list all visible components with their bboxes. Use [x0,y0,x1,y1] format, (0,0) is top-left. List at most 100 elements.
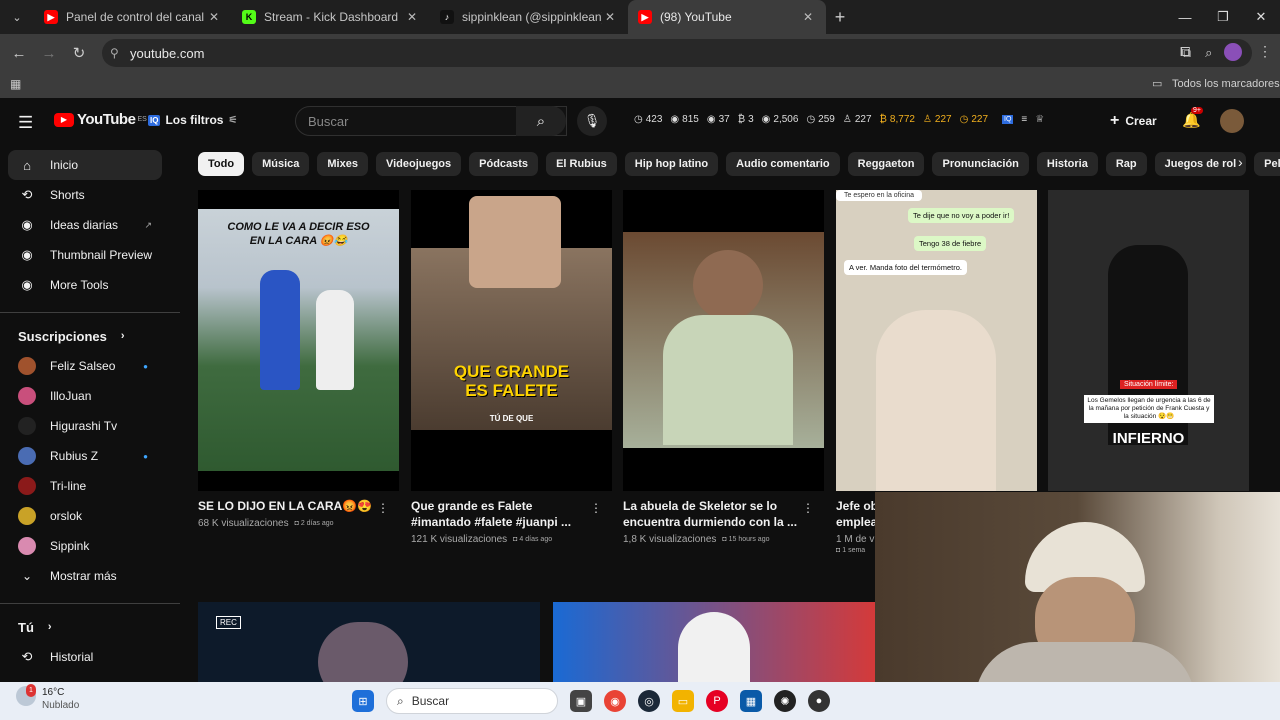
subscription-item[interactable]: Higurashi Tv [0,411,180,441]
weather-widget[interactable]: 1 16°C Nublado [16,684,79,712]
browser-tab[interactable]: ♪ sippinklean (@sippinklean) está ✕ [430,0,628,34]
subscription-item[interactable]: IlloJuan [0,381,180,411]
subscription-item[interactable]: orslok [0,501,180,531]
short-card[interactable]: Situación límite: Los Gemelos llegan de … [1048,190,1249,491]
chip[interactable]: Juegos de rol [1154,152,1247,176]
chip[interactable]: El Rubius [546,152,617,176]
sidebar-item-history[interactable]: ⟲ Historial [0,642,180,672]
chip[interactable]: Rap [1105,152,1147,176]
guide-menu-icon[interactable]: ☰ [18,113,33,133]
site-info-icon[interactable]: ⚲ [110,46,130,60]
subscriptions-title: Suscripciones [18,328,107,344]
video-title[interactable]: SE LO DIJO EN LA CARA😡😍 [198,498,399,514]
close-tab-icon[interactable]: ✕ [800,10,816,24]
forward-icon[interactable]: → [34,45,64,62]
voice-search-button[interactable]: 🎙 [577,106,607,136]
browser-tab[interactable]: ▶ Panel de control del canal - You ✕ [34,0,232,34]
tab-title: (98) YouTube [660,10,732,24]
sidebar-item-shorts[interactable]: ⟲ Shorts [0,180,180,210]
extensions-icon[interactable]: ⧠ [1180,44,1190,60]
chip[interactable]: Pódcasts [469,152,539,176]
subscription-item[interactable]: Feliz Salseo ● [0,351,180,381]
chip[interactable]: Audio comentario [726,152,840,176]
chrome-icon[interactable]: ◉ [604,690,626,712]
address-bar[interactable]: ⚲ youtube.com ⧉ ⌕ ★ [102,39,1252,67]
chip[interactable]: Películas de [1254,152,1280,176]
chip[interactable]: Videojuegos [375,152,462,176]
trophy-icon[interactable]: ♕ [1035,114,1044,125]
close-tab-icon[interactable]: ✕ [404,10,420,24]
chips-next-icon[interactable]: › [1238,154,1243,170]
sidebar-item-more-tools[interactable]: ◉ More Tools [0,270,180,300]
chip[interactable]: Historia [1036,152,1098,176]
windows-start-icon[interactable]: ⊞ [352,690,374,712]
chip[interactable]: Hip hop latino [624,152,719,176]
list-icon[interactable]: ≡ [1021,114,1027,125]
reload-icon[interactable]: ↻ [64,44,94,62]
sidebar-item-home[interactable]: ⌂ Inicio [8,150,162,180]
video-thumbnail[interactable] [553,602,875,682]
all-bookmarks-link[interactable]: Todos los marcadores [1172,78,1280,90]
browser-menu-icon[interactable]: ⋮ [1258,43,1272,60]
zoom-icon[interactable]: ⌕ [1205,45,1212,61]
vidiq-icon: ◉ [21,247,33,262]
minimize-icon[interactable]: — [1166,0,1204,34]
more-actions-icon[interactable]: ⋮ [590,501,602,515]
more-actions-icon[interactable]: ⋮ [377,501,389,515]
video-thumbnail[interactable]: QUE GRANDE ES FALETE TÚ DE QUE [411,190,612,491]
sidebar-item-label: Historial [50,650,94,664]
account-avatar[interactable] [1220,109,1244,133]
video-thumbnail[interactable] [623,190,824,491]
subscription-item[interactable]: Tri-line [0,471,180,501]
subscription-item[interactable]: Rubius Z ● [0,441,180,471]
close-tab-icon[interactable]: ✕ [206,10,222,24]
video-thumbnail[interactable]: COMO LE VA A DECIR ESO EN LA CARA 😡😂 [198,190,399,491]
search-button[interactable]: ⌕ [516,106,566,136]
chip[interactable]: Reggaeton [847,152,925,176]
subscriptions-header[interactable]: Suscripciones › [0,321,180,351]
maximize-icon[interactable]: ❐ [1204,0,1242,34]
video-title[interactable]: Que grande es Falete #imantado #falete #… [411,498,612,530]
youtube-logo[interactable]: ▶ YouTube ES [54,111,147,128]
steam-icon[interactable]: ◎ [638,690,660,712]
short-card[interactable]: La abuela de Skeletor se lo encuentra du… [623,190,824,545]
chip[interactable]: Pronunciación [932,152,1029,176]
back-icon[interactable]: ← [4,45,34,62]
video-thumbnail[interactable]: Situación límite: Los Gemelos llegan de … [1048,190,1249,491]
sidebar-item-thumbnail-preview[interactable]: ◉ Thumbnail Preview [0,240,180,270]
file-explorer-icon[interactable]: ▭ [672,690,694,712]
obs-icon[interactable]: ● [808,690,830,712]
close-tab-icon[interactable]: ✕ [602,10,618,24]
store-icon[interactable]: ▦ [740,690,762,712]
create-button[interactable]: + Crear [1110,112,1157,130]
short-card[interactable]: COMO LE VA A DECIR ESO EN LA CARA 😡😂 SE … [198,190,399,529]
task-view-icon[interactable]: ▣ [570,690,592,712]
apps-grid-icon[interactable]: ▦ [10,77,21,91]
show-more-button[interactable]: ⌄ Mostrar más [0,561,180,591]
new-tab-button[interactable]: + [826,7,854,28]
vidiq-icon[interactable]: IQ [1002,114,1014,125]
browser-tab[interactable]: K Stream - Kick Dashboard ✕ [232,0,430,34]
close-window-icon[interactable]: ✕ [1242,0,1280,34]
chip[interactable]: Todo [198,152,245,176]
subscription-item[interactable]: Sippink [0,531,180,561]
video-thumbnail[interactable]: Te espero en la oficina Te dije que no v… [836,190,1037,491]
chip[interactable]: Mixes [317,152,368,176]
video-thumbnail[interactable]: REC [198,602,540,682]
you-header[interactable]: Tú › [0,612,180,642]
chip[interactable]: Música [252,152,310,176]
more-actions-icon[interactable]: ⋮ [802,501,814,515]
video-title[interactable]: La abuela de Skeletor se lo encuentra du… [623,498,824,530]
notifications-button[interactable]: 🔔 9+ [1182,107,1203,129]
filters-button[interactable]: IQ Los filtros ⚟ [148,113,237,127]
taskbar-search[interactable]: ⌕ Buscar [386,688,558,714]
short-card[interactable]: QUE GRANDE ES FALETE TÚ DE QUE Que grand… [411,190,612,545]
notification-count: 9+ [1191,107,1203,114]
profile-avatar[interactable] [1224,43,1242,61]
sidebar-item-ideas[interactable]: ◉ Ideas diarias ↗ [0,210,180,240]
chatgpt-icon[interactable]: ✺ [774,690,796,712]
sidebar-item-label: More Tools [50,278,109,292]
tab-search-icon[interactable]: ⌄ [0,0,34,34]
pinterest-icon[interactable]: P [706,690,728,712]
browser-tab-active[interactable]: ▶ (98) YouTube ✕ [628,0,826,34]
